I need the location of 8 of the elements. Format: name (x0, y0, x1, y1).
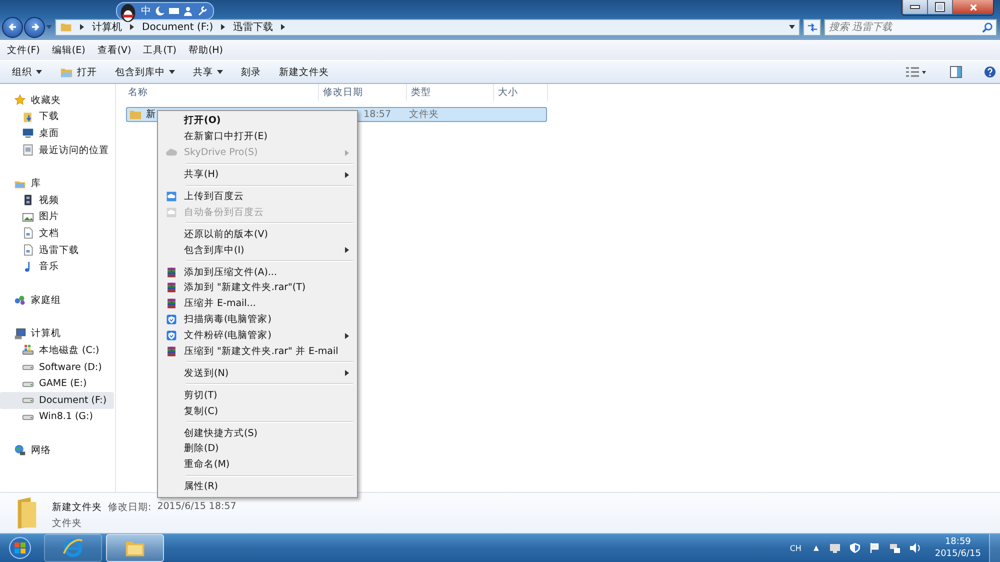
ime-mode-label: 中 (141, 4, 151, 18)
file-name: 新 (146, 108, 156, 121)
details-date: 2015/6/15 18:57 (157, 500, 236, 514)
modified-date: 18:57 (362, 109, 392, 120)
details-label: 修改日期: (108, 500, 152, 514)
details-type: 文件夹 (52, 516, 83, 530)
details-name: 新建文件夹 (52, 500, 102, 514)
file-type: 文件夹 (409, 108, 440, 121)
